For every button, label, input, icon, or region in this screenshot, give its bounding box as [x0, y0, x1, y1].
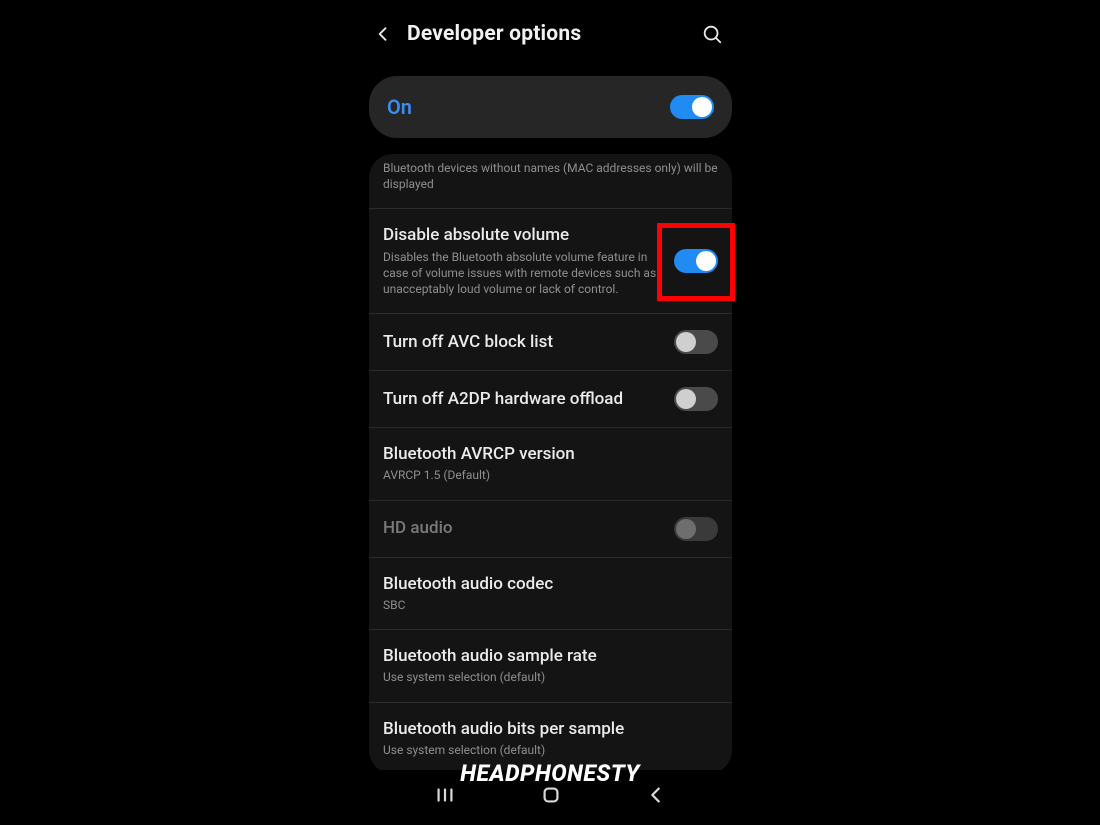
row-bt-sample-rate[interactable]: Bluetooth audio sample rate Use system s…: [369, 630, 732, 702]
row-avc-blocklist[interactable]: Turn off AVC block list: [369, 314, 732, 371]
toggle-avc-blocklist[interactable]: [674, 330, 718, 354]
row-disable-absolute-volume[interactable]: Disable absolute volume Disables the Blu…: [369, 209, 732, 314]
page-title: Developer options: [401, 22, 694, 46]
toggle-hd-audio: [674, 517, 718, 541]
app-header: Developer options: [357, 0, 744, 68]
row-avc-blocklist-title: Turn off AVC block list: [383, 332, 662, 353]
back-icon[interactable]: [365, 16, 401, 52]
nav-back-icon[interactable]: [638, 777, 674, 813]
row-bt-show-noname[interactable]: Bluetooth devices without names (MAC add…: [369, 154, 732, 209]
row-bt-show-noname-sub: Bluetooth devices without names (MAC add…: [383, 160, 718, 192]
phone-screen: Developer options On Bluetooth devices w…: [357, 0, 744, 820]
row-bt-sample-rate-title: Bluetooth audio sample rate: [383, 646, 718, 667]
toggle-disable-absolute-volume[interactable]: [674, 249, 718, 273]
search-icon[interactable]: [694, 16, 730, 52]
row-avrcp-version-sub: AVRCP 1.5 (Default): [383, 467, 718, 483]
row-a2dp-offload[interactable]: Turn off A2DP hardware offload: [369, 371, 732, 428]
settings-panel: Bluetooth devices without names (MAC add…: [369, 154, 732, 774]
master-switch-label: On: [387, 95, 670, 119]
nav-home-icon[interactable]: [533, 777, 569, 813]
row-bt-bits-per-sample-sub: Use system selection (default): [383, 742, 718, 758]
row-disable-absolute-volume-sub: Disables the Bluetooth absolute volume f…: [383, 249, 662, 298]
row-bt-audio-codec[interactable]: Bluetooth audio codec SBC: [369, 558, 732, 630]
toggle-a2dp-offload[interactable]: [674, 387, 718, 411]
master-switch-card[interactable]: On: [369, 76, 732, 138]
row-avrcp-version[interactable]: Bluetooth AVRCP version AVRCP 1.5 (Defau…: [369, 428, 732, 500]
stage: Developer options On Bluetooth devices w…: [0, 0, 1100, 825]
android-navbar: [357, 770, 744, 820]
row-disable-absolute-volume-title: Disable absolute volume: [383, 225, 662, 246]
row-hd-audio-title: HD audio: [383, 518, 662, 539]
row-avrcp-version-title: Bluetooth AVRCP version: [383, 444, 718, 465]
row-bt-bits-per-sample-title: Bluetooth audio bits per sample: [383, 719, 718, 740]
row-bt-audio-codec-title: Bluetooth audio codec: [383, 574, 718, 595]
row-hd-audio: HD audio: [369, 501, 732, 558]
nav-recents-icon[interactable]: [427, 777, 463, 813]
row-bt-audio-codec-sub: SBC: [383, 597, 718, 613]
master-switch-toggle[interactable]: [670, 95, 714, 119]
row-bt-bits-per-sample[interactable]: Bluetooth audio bits per sample Use syst…: [369, 703, 732, 774]
row-a2dp-offload-title: Turn off A2DP hardware offload: [383, 389, 662, 410]
row-bt-sample-rate-sub: Use system selection (default): [383, 669, 718, 685]
